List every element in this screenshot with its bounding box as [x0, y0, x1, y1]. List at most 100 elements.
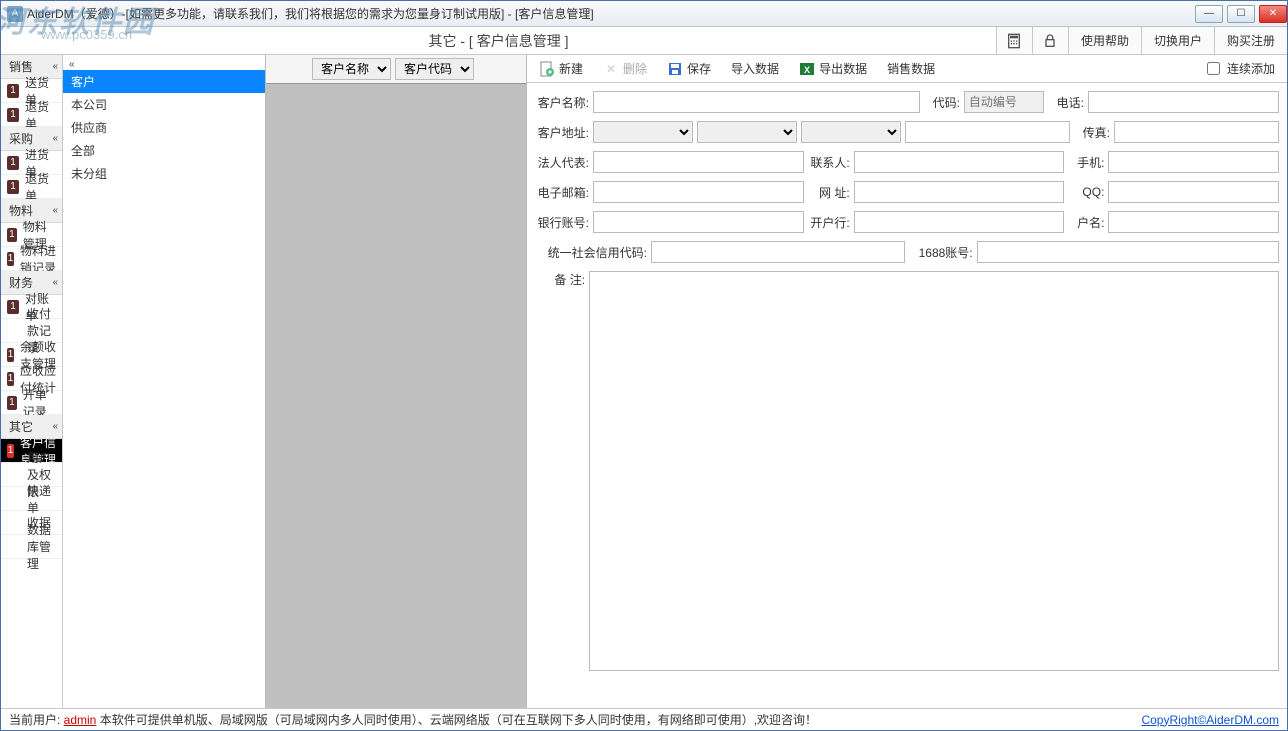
nav-head-label: 财务: [9, 274, 33, 291]
tree-item[interactable]: 本公司: [63, 93, 265, 116]
save-label: 保存: [687, 60, 711, 77]
label-legal: 法人代表:: [535, 154, 589, 171]
legal-input[interactable]: [593, 151, 804, 173]
help-button[interactable]: 使用帮助: [1068, 27, 1141, 54]
maximize-button[interactable]: ☐: [1227, 5, 1255, 23]
export-label: 导出数据: [819, 60, 867, 77]
label-1688: 1688账号:: [909, 244, 973, 261]
contact-input[interactable]: [854, 151, 1065, 173]
sales-data-button[interactable]: 销售数据: [887, 60, 935, 77]
bank-branch-input[interactable]: [854, 211, 1065, 233]
customer-name-input[interactable]: [593, 91, 920, 113]
nav-item[interactable]: 1开单记录: [1, 391, 62, 415]
tree-item[interactable]: 全部: [63, 139, 265, 162]
export-button[interactable]: X 导出数据: [799, 60, 867, 77]
delete-label: 删除: [623, 60, 647, 77]
calculator-button[interactable]: [996, 27, 1032, 54]
save-icon: [667, 61, 683, 77]
expand-icon: «: [52, 61, 54, 72]
top-toolbar: 其它 - [ 客户信息管理 ] 使用帮助 切换用户 购买注册: [1, 27, 1287, 55]
minimize-button[interactable]: —: [1195, 5, 1223, 23]
mobile-input[interactable]: [1108, 151, 1279, 173]
list-header: 客户名称 客户代码: [266, 55, 526, 84]
maximize-icon: ☐: [1237, 8, 1246, 19]
app-icon: A: [7, 6, 23, 22]
copyright-link[interactable]: CopyRight©AiderDM.com: [1141, 713, 1279, 727]
nav-badge: 1: [7, 252, 14, 266]
tree-item[interactable]: 未分组: [63, 162, 265, 185]
status-user-link[interactable]: admin: [64, 713, 97, 727]
continuous-add-toggle[interactable]: 连续添加: [1203, 59, 1275, 78]
nav-item[interactable]: 1退货单: [1, 175, 62, 199]
excel-icon: X: [799, 61, 815, 77]
collapse-icon[interactable]: «: [63, 59, 265, 70]
label-fax: 传真:: [1074, 124, 1110, 141]
nav-badge: 1: [7, 396, 17, 410]
address-province-select[interactable]: [593, 121, 693, 143]
tree-item[interactable]: 客户: [63, 70, 265, 93]
header-code-select[interactable]: 客户代码: [395, 58, 474, 80]
header-name-select[interactable]: 客户名称: [312, 58, 391, 80]
email-input[interactable]: [593, 181, 804, 203]
nav-badge: 1: [7, 108, 19, 122]
new-icon: [539, 61, 555, 77]
status-bar: 当前用户: admin 本软件可提供单机版、局域网版（可局域网内多人同时使用）、…: [1, 708, 1287, 730]
nav-sidebar: 销售«1送货单1退货单采购«1进货单1退货单物料«1物料管理1物料进销记录财务«…: [1, 55, 63, 708]
group-tree: « 客户本公司供应商全部未分组: [63, 55, 266, 708]
phone-input[interactable]: [1088, 91, 1279, 113]
status-prefix: 当前用户:: [9, 713, 64, 727]
label-qq: QQ:: [1068, 185, 1104, 199]
delete-button: ✕ 删除: [603, 60, 647, 77]
expand-icon: «: [52, 421, 54, 432]
lock-button[interactable]: [1032, 27, 1068, 54]
nav-badge: 1: [7, 444, 14, 458]
save-button[interactable]: 保存: [667, 60, 711, 77]
new-button[interactable]: 新建: [539, 60, 583, 77]
label-email: 电子邮箱:: [535, 184, 589, 201]
remark-textarea[interactable]: [589, 271, 1279, 671]
import-button[interactable]: 导入数据: [731, 60, 779, 77]
fax-input[interactable]: [1114, 121, 1279, 143]
address-city-select[interactable]: [697, 121, 797, 143]
label-name: 客户名称:: [535, 94, 589, 111]
label-phone: 电话:: [1048, 94, 1084, 111]
qq-input[interactable]: [1108, 181, 1279, 203]
nav-badge: 1: [7, 228, 17, 242]
acct-1688-input[interactable]: [977, 241, 1279, 263]
nav-item[interactable]: 1物料进销记录: [1, 247, 62, 271]
tree-item[interactable]: 供应商: [63, 116, 265, 139]
nav-badge: 1: [7, 348, 14, 362]
account-name-input[interactable]: [1108, 211, 1279, 233]
buy-register-button[interactable]: 购买注册: [1214, 27, 1287, 54]
form-panel: 新建 ✕ 删除 保存 导入数据 X 导出数据 销售数据: [527, 55, 1287, 708]
new-label: 新建: [559, 60, 583, 77]
nav-badge: 1: [7, 300, 19, 314]
label-uscc: 统一社会信用代码:: [535, 244, 647, 261]
label-code: 代码:: [924, 94, 960, 111]
bank-account-input[interactable]: [593, 211, 804, 233]
nav-item[interactable]: 1退货单: [1, 103, 62, 127]
uscc-input[interactable]: [651, 241, 905, 263]
nav-item[interactable]: 快递单: [1, 487, 62, 511]
svg-text:X: X: [804, 65, 810, 75]
nav-head-label: 采购: [9, 130, 33, 147]
website-input[interactable]: [854, 181, 1065, 203]
label-account-name: 户名:: [1068, 214, 1104, 231]
nav-item-label: 数据库管理: [27, 521, 56, 572]
label-address: 客户地址:: [535, 124, 589, 141]
nav-badge: 1: [7, 372, 14, 386]
nav-item[interactable]: 数据库管理: [1, 535, 62, 559]
lock-icon: [1042, 33, 1058, 49]
close-button[interactable]: ✕: [1259, 5, 1287, 23]
nav-head-label: 销售: [9, 58, 33, 75]
switch-user-button[interactable]: 切换用户: [1141, 27, 1214, 54]
address-district-select[interactable]: [801, 121, 901, 143]
continuous-checkbox[interactable]: [1207, 62, 1220, 75]
address-detail-input[interactable]: [905, 121, 1070, 143]
minimize-icon: —: [1204, 8, 1214, 19]
customer-list[interactable]: 客户名称 客户代码: [266, 55, 526, 708]
label-bank: 银行账号:: [535, 214, 589, 231]
expand-icon: «: [52, 205, 54, 216]
window-title: AiderDM（爱德）-[如需更多功能，请联系我们，我们将根据您的需求为您量身订…: [27, 5, 1191, 22]
status-text: 本软件可提供单机版、局域网版（可局域网内多人同时使用）、云端网络版（可在互联网下…: [100, 713, 817, 727]
